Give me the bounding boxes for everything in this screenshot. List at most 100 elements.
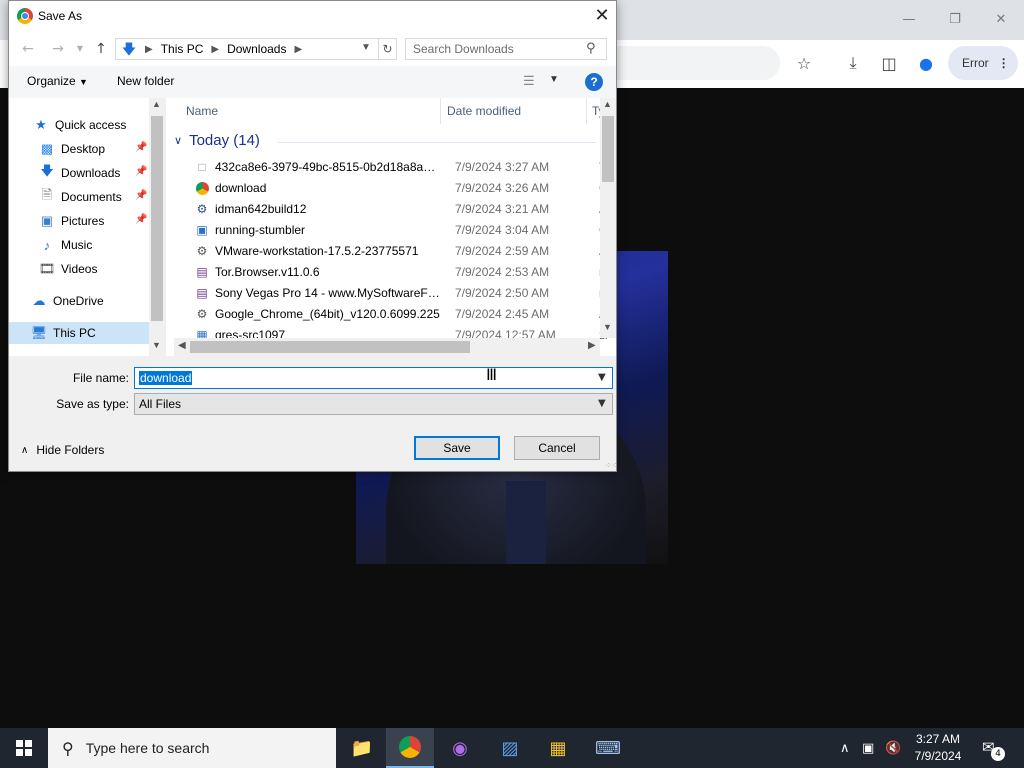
file-list: Name Date modified Ty ∨ Today (14) □ 432… (166, 98, 616, 356)
breadcrumb-separator-icon: ▶ (211, 43, 220, 55)
documents-icon: 🗎 (41, 187, 53, 202)
notification-center-icon[interactable]: ✉ 4 (982, 738, 1005, 761)
file-list-vertical-scrollbar[interactable]: ▲ ▼ (600, 98, 616, 338)
pictures-icon: ▣ (40, 213, 54, 228)
chrome-icon (194, 180, 210, 196)
close-window-icon[interactable]: ✕ (986, 8, 1016, 32)
refresh-icon[interactable]: ↻ (378, 39, 396, 59)
column-divider[interactable] (440, 98, 441, 124)
breadcrumb-downloads[interactable]: Downloads (227, 42, 286, 56)
scrollbar-thumb[interactable] (602, 116, 614, 182)
scroll-up-icon[interactable]: ▲ (152, 99, 161, 109)
column-divider[interactable] (586, 98, 587, 124)
network-icon[interactable]: ▣ (862, 728, 874, 768)
file-row[interactable]: ▣ running-stumbler 7/9/2024 3:04 AM GI (186, 220, 616, 241)
restore-icon[interactable]: ❐ (940, 8, 970, 32)
group-header-today[interactable]: ∨ Today (14) (174, 132, 260, 149)
file-row[interactable]: ⚙ idman642build12 7/9/2024 3:21 AM Ap (186, 199, 616, 220)
scroll-right-icon[interactable]: ▶ (588, 340, 596, 351)
view-options-icon[interactable]: ☰ (523, 73, 535, 89)
navigation-pane: ★ Quick access ▩ Desktop 📌 🡇 Downloads 📌… (9, 98, 165, 356)
sidebar-item-music[interactable]: ♪ Music (39, 234, 149, 256)
navigation-scrollbar[interactable]: ▲ ▼ (149, 98, 165, 356)
file-row[interactable]: download 7/9/2024 3:26 AM Cl (186, 178, 616, 199)
chevron-down-icon[interactable]: ▼ (598, 372, 606, 383)
file-row[interactable]: □ 432ca8e6-3979-49bc-8515-0b2d18a8a278..… (186, 157, 616, 178)
taskbar: ⚲ Type here to search 📁 ◉ ▨ ▦ ⌨ ∧ ▣ 🔇 3:… (0, 728, 1024, 768)
scrollbar-thumb[interactable] (190, 341, 470, 353)
file-name-value[interactable]: download (139, 371, 193, 385)
sidebar-item-downloads[interactable]: 🡇 Downloads 📌 (39, 162, 149, 184)
profile-icon[interactable]: ● (913, 50, 939, 76)
minimize-icon[interactable]: — (894, 8, 924, 32)
side-panel-icon[interactable]: ◫ (876, 50, 902, 76)
sidebar-item-onedrive[interactable]: ☁ OneDrive (31, 290, 149, 312)
chevron-down-icon: ▼ (79, 77, 88, 87)
save-as-type-label: Save as type: (56, 397, 129, 411)
sidebar-item-documents[interactable]: 🗎 Documents 📌 (39, 186, 149, 208)
more-menu-icon[interactable]: ⋮ (998, 56, 1010, 70)
sidebar-item-videos[interactable]: 🎞 Videos (39, 258, 149, 280)
recent-chevron-icon[interactable]: ▼ (71, 40, 89, 58)
chrome-taskbar-icon[interactable] (386, 728, 434, 768)
scroll-left-icon[interactable]: ◀ (178, 340, 186, 351)
scroll-up-icon[interactable]: ▲ (603, 99, 612, 109)
sidebar-item-desktop[interactable]: ▩ Desktop 📌 (39, 138, 149, 160)
save-as-type-value: All Files (139, 397, 182, 411)
file-date: 7/9/2024 2:53 AM (455, 265, 550, 279)
save-button[interactable]: Save (414, 436, 500, 460)
file-row[interactable]: ⚙ Google_Chrome_(64bit)_v120.0.6099.225 … (186, 304, 616, 325)
profile-error-button[interactable]: Error ⋮ (948, 46, 1018, 80)
back-arrow-icon[interactable]: ← (19, 40, 37, 58)
save-as-type-select[interactable]: All Files ▼ (134, 393, 613, 415)
file-name: Sony Vegas Pro 14 - www.MySoftwareFre... (215, 286, 441, 300)
sidebar-item-label: Documents (61, 190, 122, 204)
show-hidden-icons-icon[interactable]: ∧ (840, 728, 850, 768)
scrollbar-thumb[interactable] (151, 116, 163, 321)
file-date: 7/9/2024 3:04 AM (455, 223, 550, 237)
star-icon: ★ (35, 117, 47, 132)
up-arrow-icon[interactable]: ↑ (92, 40, 110, 58)
volume-muted-icon[interactable]: 🔇 (885, 728, 901, 768)
scroll-down-icon[interactable]: ▼ (603, 322, 612, 332)
sidebar-item-this-pc[interactable]: 🖥 This PC (9, 322, 149, 344)
forward-arrow-icon[interactable]: → (49, 40, 67, 58)
file-row[interactable]: ⚙ VMware-workstation-17.5.2-23775571 7/9… (186, 241, 616, 262)
taskbar-search[interactable]: ⚲ Type here to search (48, 728, 336, 768)
breadcrumb-this-pc[interactable]: This PC (161, 42, 204, 56)
help-icon[interactable]: ? (585, 73, 603, 91)
system-clock[interactable]: 3:27 AM 7/9/2024 (905, 731, 971, 765)
chevron-down-icon[interactable]: ▼ (549, 74, 559, 85)
search-input[interactable] (406, 39, 576, 59)
bookmark-star-icon[interactable]: ☆ (791, 50, 817, 76)
file-row[interactable]: ▤ Sony Vegas Pro 14 - www.MySoftwareFre.… (186, 283, 616, 304)
file-explorer-icon[interactable]: 📁 (338, 728, 386, 768)
chevron-down-icon[interactable]: ▼ (361, 42, 371, 53)
address-bar[interactable]: 🡇 ▶ This PC ▶ Downloads ▶ ▼ ↻ (115, 38, 397, 60)
file-name-field[interactable]: download ▼ (134, 367, 613, 389)
sidebar-item-label: Downloads (61, 166, 121, 180)
app-icon[interactable]: ▦ (534, 728, 582, 768)
start-button[interactable] (0, 728, 48, 768)
keyboard-app-icon[interactable]: ⌨ (584, 728, 632, 768)
chevron-down-icon[interactable]: ▼ (598, 398, 606, 409)
new-folder-button[interactable]: New folder (117, 74, 174, 88)
close-dialog-icon[interactable]: ✕ (588, 4, 616, 28)
hide-folders-toggle[interactable]: ∧ Hide Folders (21, 443, 104, 457)
column-header-name[interactable]: Name (186, 98, 218, 124)
breadcrumb-separator-icon: ▶ (294, 43, 303, 55)
tor-browser-icon[interactable]: ◉ (436, 728, 484, 768)
vmware-icon[interactable]: ▨ (486, 728, 534, 768)
cancel-button[interactable]: Cancel (514, 436, 600, 460)
resize-grip-icon[interactable]: ⁘⁘ (605, 461, 618, 470)
sidebar-item-pictures[interactable]: ▣ Pictures 📌 (39, 210, 149, 232)
downloads-icon[interactable]: ⤓ (840, 50, 866, 76)
column-header-date-modified[interactable]: Date modified (447, 98, 521, 124)
save-as-dialog: Save As ✕ ← → ▼ ↑ 🡇 ▶ This PC ▶ Download… (8, 0, 618, 472)
file-list-horizontal-scrollbar[interactable]: ◀ ▶ (174, 338, 600, 356)
installer-icon: ⚙ (196, 244, 208, 258)
file-row[interactable]: ▤ Tor.Browser.v11.0.6 7/9/2024 2:53 AM r… (186, 262, 616, 283)
scroll-down-icon[interactable]: ▼ (152, 340, 161, 350)
organize-button[interactable]: Organize ▼ (27, 74, 88, 88)
installer-icon: ⚙ (196, 202, 208, 216)
